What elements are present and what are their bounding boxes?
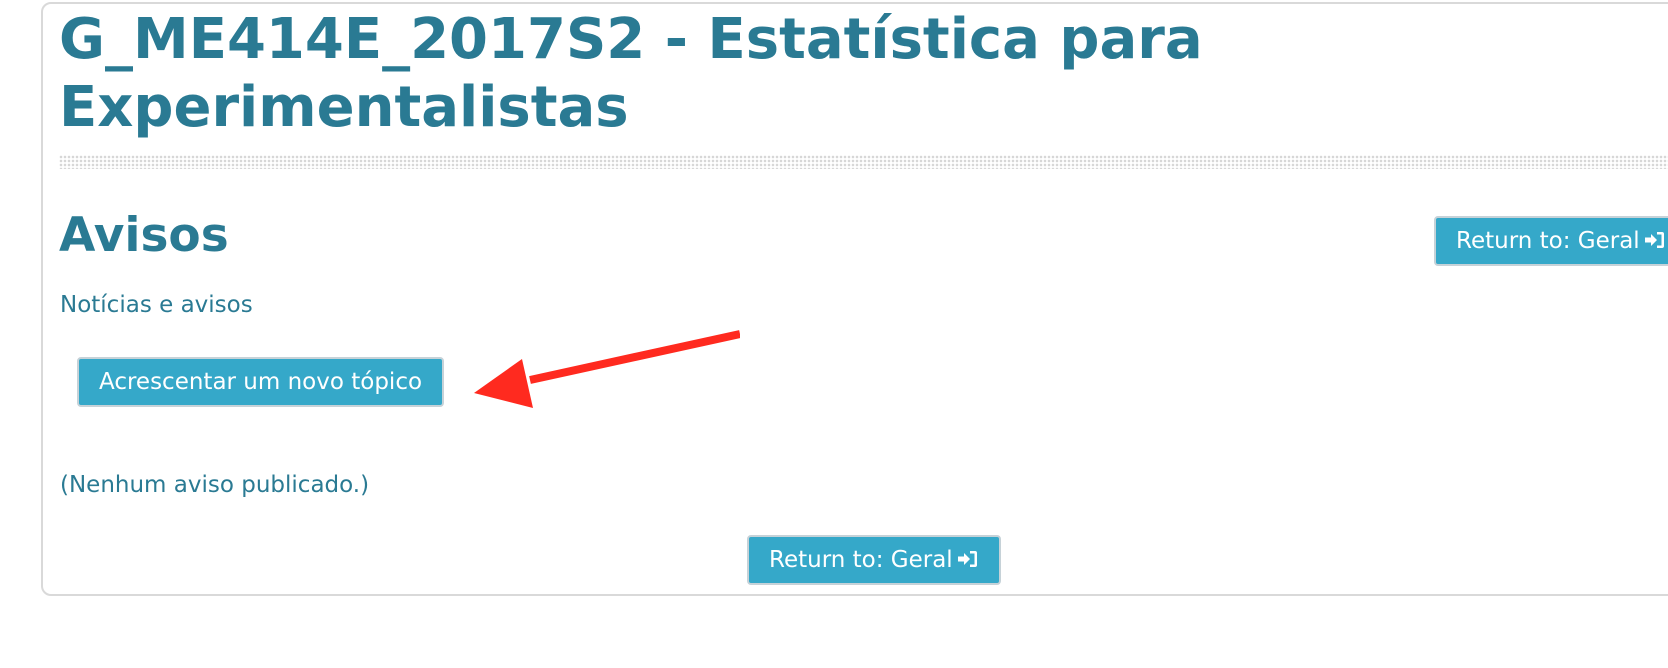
title-divider — [59, 155, 1668, 169]
sign-in-icon — [1640, 228, 1666, 254]
return-to-section-button-bottom[interactable]: Return to: Geral — [747, 535, 1001, 585]
return-button-label: Return to: Geral — [769, 547, 953, 573]
annotation-arrow-icon — [474, 330, 740, 408]
course-title: G_ME414E_2017S2 - Estatística para Exper… — [59, 7, 1203, 140]
return-button-label: Return to: Geral — [1456, 228, 1640, 254]
forum-description: Notícias e avisos — [60, 292, 253, 318]
sign-in-icon — [953, 547, 979, 573]
add-topic-button[interactable]: Acrescentar um novo tópico — [77, 357, 445, 407]
forum-title: Avisos — [59, 208, 229, 263]
return-to-section-button-top[interactable]: Return to: Geral — [1434, 216, 1668, 266]
empty-notice-text: (Nenhum aviso publicado.) — [60, 472, 370, 498]
